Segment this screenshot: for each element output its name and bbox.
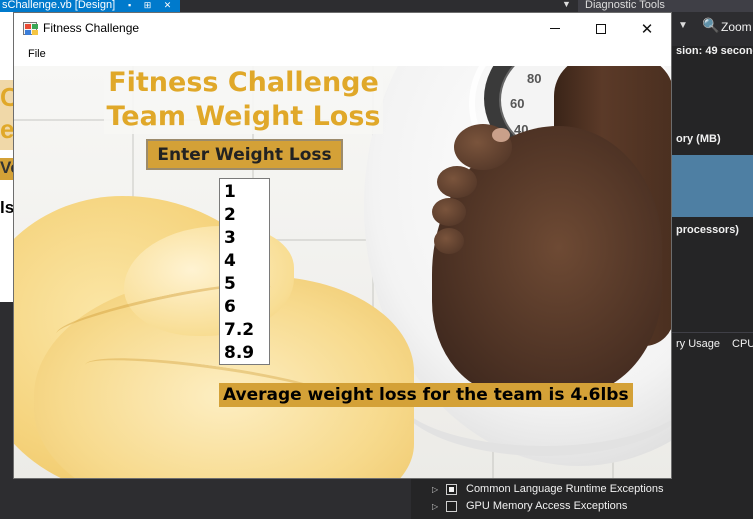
ide-left-dark-panel <box>0 385 13 519</box>
minimize-button[interactable] <box>532 13 578 44</box>
list-item[interactable]: 3 <box>224 227 269 250</box>
list-item[interactable]: 7.2 <box>224 319 269 342</box>
tab-memory-usage[interactable]: ry Usage <box>676 338 720 350</box>
close-icon: ✕ <box>640 20 654 38</box>
exception-checkbox[interactable] <box>446 500 457 512</box>
dial-number: 80 <box>527 71 542 86</box>
ide-diagnostic-panel <box>672 12 753 519</box>
list-item[interactable]: 8.9 <box>224 342 269 365</box>
bg-fragment: C <box>0 82 13 112</box>
ide-left-designer <box>0 12 13 302</box>
toe-image <box>434 228 464 254</box>
minimize-icon <box>550 28 560 29</box>
processors-heading: processors) <box>676 224 739 236</box>
close-button[interactable]: ✕ <box>624 13 670 44</box>
toenail-image <box>492 128 510 142</box>
app-icon <box>23 22 38 35</box>
ide-document-tab-title: sChallenge.vb [Design] <box>2 0 116 11</box>
title-bar[interactable]: Fitness Challenge ✕ <box>14 13 671 44</box>
memory-chart <box>672 155 753 217</box>
list-item[interactable]: 6 <box>224 296 269 319</box>
memory-heading: ory (MB) <box>676 133 721 145</box>
usage-tabs: ry Usage CPU <box>676 338 753 350</box>
exception-row[interactable]: ▷ Common Language Runtime Exceptions <box>432 481 664 497</box>
exception-checkbox[interactable] <box>446 483 457 495</box>
toe-image <box>437 166 477 198</box>
ide-tab-pin-close-icons[interactable]: ▪ ⊞ ✕ <box>128 0 176 10</box>
window-title: Fitness Challenge <box>43 21 140 35</box>
bg-fragment: e <box>0 114 13 144</box>
bg-fragment: ls <box>0 198 13 220</box>
ide-tab-dropdown-icon[interactable]: ▼ <box>562 0 571 9</box>
maximize-button[interactable] <box>578 13 624 44</box>
toe-image <box>432 198 466 226</box>
expand-arrow-icon[interactable]: ▷ <box>432 502 440 511</box>
zoom-icon[interactable]: 🔍 <box>702 17 719 34</box>
header-title-line2: Team Weight Loss <box>106 101 381 132</box>
dial-number: 60 <box>510 96 525 111</box>
ide-diagnostic-tab[interactable]: Diagnostic Tools <box>578 0 753 12</box>
maximize-icon <box>596 23 606 34</box>
weight-loss-listbox[interactable]: 1 2 3 4 5 6 7.2 8.9 <box>219 178 270 365</box>
header-label: Fitness Challenge Team Weight Loss <box>104 66 383 134</box>
average-result-label: Average weight loss for the team is 4.6l… <box>219 383 633 407</box>
form-client-area: 80 60 40 20 Fitness Challenge Team Weigh… <box>14 66 671 478</box>
divider <box>672 332 753 333</box>
fitness-challenge-window: Fitness Challenge ✕ File 80 60 40 20 Fit… <box>13 12 672 479</box>
header-title-line1: Fitness Challenge <box>108 67 379 98</box>
ide-bottom-left-panel <box>13 478 411 519</box>
enter-weight-loss-button[interactable]: Enter Weight Loss <box>146 139 343 170</box>
session-duration: sion: 49 seconc <box>676 45 753 57</box>
menu-bar: File <box>14 44 671 66</box>
chevron-down-icon[interactable]: ▼ <box>678 20 688 31</box>
list-item[interactable]: 2 <box>224 204 269 227</box>
bg-fragment: Ve <box>0 158 13 180</box>
list-item[interactable]: 5 <box>224 273 269 296</box>
exception-label: GPU Memory Access Exceptions <box>466 500 628 512</box>
menu-file[interactable]: File <box>28 48 46 60</box>
tab-cpu[interactable]: CPU <box>732 338 753 350</box>
expand-arrow-icon[interactable]: ▷ <box>432 485 440 494</box>
zoom-label[interactable]: Zoom <box>721 20 752 34</box>
list-item[interactable]: 1 <box>224 181 269 204</box>
list-item[interactable]: 4 <box>224 250 269 273</box>
exception-label: Common Language Runtime Exceptions <box>466 483 664 495</box>
exception-row[interactable]: ▷ GPU Memory Access Exceptions <box>432 498 627 514</box>
